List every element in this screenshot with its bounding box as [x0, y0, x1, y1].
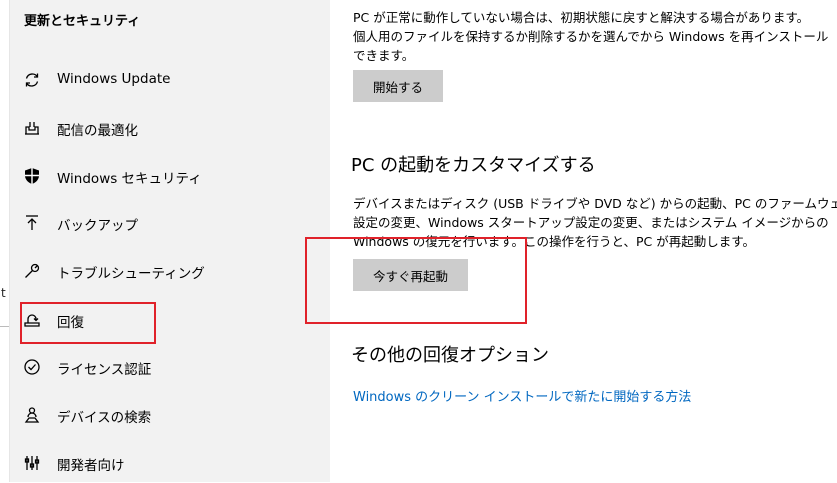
- sidebar-item-activation[interactable]: ライセンス認証: [10, 347, 330, 387]
- edge-divider: [0, 326, 9, 327]
- shield-icon: [22, 166, 42, 186]
- reset-description-line-1: PC が正常に動作していない場合は、初期状態に戻すと解決する場合があります。: [353, 10, 810, 25]
- backup-arrow-icon: [22, 213, 42, 233]
- sidebar-title: 更新とセキュリティ: [24, 14, 141, 29]
- check-circle-icon: [22, 357, 42, 377]
- edge-glyph: t: [1, 286, 6, 300]
- sidebar-item-label: Windows Update: [57, 71, 171, 87]
- sidebar-item-label: バックアップ: [57, 218, 138, 234]
- advanced-startup-description-line-3: Windows の復元を行います。この操作を行うと、PC が再起動します。: [353, 234, 756, 249]
- restart-now-button[interactable]: 今すぐ再起動: [353, 259, 469, 291]
- sidebar-item-label: 開発者向け: [57, 458, 125, 474]
- sidebar-item-label: トラブルシューティング: [57, 266, 205, 282]
- sidebar-item-backup[interactable]: バックアップ: [10, 203, 330, 243]
- developer-tools-icon: [22, 453, 42, 473]
- clean-install-link[interactable]: Windows のクリーン インストールで新たに開始する方法: [353, 386, 691, 405]
- settings-sidebar: 更新とセキュリティ Windows Update 配信の最適化 Windows …: [10, 0, 330, 482]
- sidebar-item-troubleshoot[interactable]: トラブルシューティング: [10, 251, 330, 291]
- more-recovery-options-heading: その他の回復オプション: [351, 345, 549, 366]
- recovery-content: PC が正常に動作していない場合は、初期状態に戻すと解決する場合があります。 個…: [330, 0, 837, 482]
- sidebar-item-label: デバイスの検索: [57, 410, 152, 426]
- sidebar-item-label: Windows セキュリティ: [57, 171, 202, 187]
- sidebar-item-label: 配信の最適化: [57, 123, 138, 139]
- sidebar-item-delivery-optimization[interactable]: 配信の最適化: [10, 108, 330, 148]
- wrench-icon: [22, 261, 42, 281]
- sidebar-item-recovery[interactable]: 回復: [10, 300, 330, 340]
- advanced-startup-heading: PC の起動をカスタマイズする: [351, 155, 596, 176]
- reset-description-line-2: 個人用のファイルを保持するか削除するかを選んでから Windows を再インスト…: [353, 29, 829, 44]
- sidebar-item-windows-update[interactable]: Windows Update: [10, 60, 330, 100]
- delivery-optimization-icon: [22, 118, 42, 138]
- sidebar-item-label: 回復: [57, 315, 84, 331]
- sidebar-item-label: ライセンス認証: [57, 362, 152, 378]
- reset-start-button[interactable]: 開始する: [353, 70, 444, 102]
- background-window-edge: t: [0, 0, 10, 482]
- recovery-icon: [22, 310, 42, 330]
- sidebar-item-for-developers[interactable]: 開発者向け: [10, 443, 330, 483]
- sidebar-item-find-my-device[interactable]: デバイスの検索: [10, 395, 330, 435]
- advanced-startup-description-line-2: 設定の変更、Windows スタートアップ設定の変更、またはシステム イメージか…: [353, 215, 829, 230]
- reset-description-line-3: できます。: [353, 48, 415, 63]
- sync-icon: [22, 70, 42, 90]
- person-location-icon: [22, 405, 42, 425]
- advanced-startup-description-line-1: デバイスまたはディスク (USB ドライブや DVD など) からの起動、PC …: [353, 196, 837, 211]
- sidebar-item-windows-security[interactable]: Windows セキュリティ: [10, 156, 330, 196]
